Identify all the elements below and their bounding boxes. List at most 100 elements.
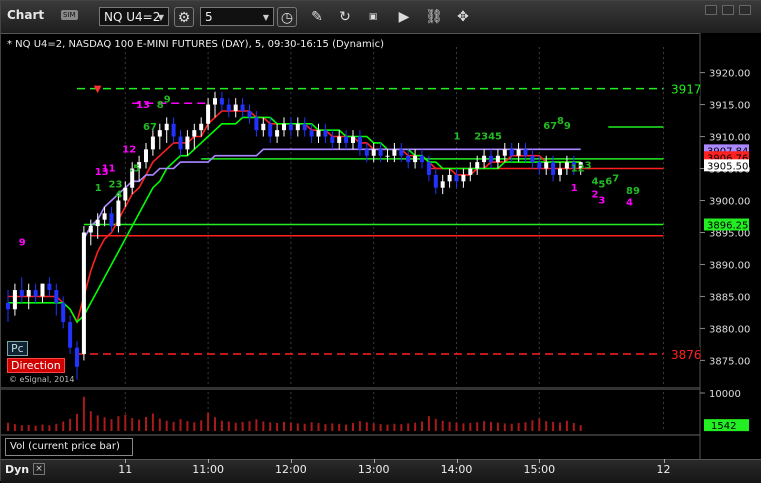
volume-bar xyxy=(117,416,120,431)
volume-bar xyxy=(200,420,203,431)
minimize-icon[interactable] xyxy=(722,5,734,15)
x-tick-mark xyxy=(373,459,375,463)
candle-body xyxy=(33,290,38,297)
volume-bar xyxy=(365,422,368,431)
volume-bar xyxy=(207,412,210,431)
symbol-input[interactable]: NQ U4=2 ▼ xyxy=(99,7,169,26)
candle-body xyxy=(68,322,73,348)
dyn-label[interactable]: Dyn xyxy=(5,463,29,476)
count-annotation: 2345 xyxy=(474,132,502,143)
candle-body xyxy=(185,136,190,150)
volume-bar xyxy=(186,421,189,431)
candle-body xyxy=(426,162,431,175)
candle-body xyxy=(523,149,528,156)
candle-body xyxy=(75,347,79,367)
volume-bar xyxy=(20,425,23,431)
volume-bar xyxy=(241,421,244,431)
chevron-down-icon[interactable]: ▼ xyxy=(158,8,164,27)
volume-bar xyxy=(138,419,141,431)
volume-bar xyxy=(483,421,486,431)
candle-body xyxy=(475,162,480,169)
count-annotation: 1 xyxy=(571,183,578,194)
pencil-icon[interactable]: ✎ xyxy=(307,7,327,27)
candle-body xyxy=(482,155,487,163)
window-menu-icon[interactable] xyxy=(705,5,717,15)
volume-bar xyxy=(96,415,99,431)
candle-body xyxy=(254,117,259,131)
candle-body xyxy=(178,136,183,150)
volume-bar xyxy=(524,422,527,431)
candle-body xyxy=(247,110,252,118)
gear-icon[interactable]: ⚙ xyxy=(174,7,194,27)
volume-bar xyxy=(103,417,106,431)
volume-bar xyxy=(352,423,354,431)
count-annotation: 89 xyxy=(626,186,640,197)
chart-window: Chart SIM NQ U4=2 ▼ ⚙ 5 ▼ ◷ ✎ ↻ ▣ ▶ ⛓ ✥ … xyxy=(0,0,761,483)
candle-body xyxy=(447,174,452,182)
pc-badge[interactable]: Pc xyxy=(7,341,28,356)
volume-bar xyxy=(421,421,423,431)
clock-icon[interactable]: ◷ xyxy=(277,7,297,27)
volume-bar xyxy=(62,421,65,431)
x-tick-mark xyxy=(208,459,210,463)
candle-body xyxy=(461,174,466,182)
candle-body xyxy=(537,162,542,169)
price-chart[interactable]: 3875.003880.003885.003890.003895.003900.… xyxy=(1,33,761,459)
candle-body xyxy=(54,290,59,303)
y-tick-label: 3875.00 xyxy=(709,356,750,367)
expand-icon[interactable]: ✥ xyxy=(453,7,473,27)
x-tick-mark xyxy=(663,459,665,463)
volume-bar xyxy=(455,422,458,431)
close-icon[interactable]: × xyxy=(33,463,45,475)
candle-body xyxy=(219,98,224,105)
volume-bar xyxy=(441,420,444,431)
volume-bar xyxy=(448,421,451,431)
count-annotation: 67 xyxy=(543,121,557,132)
volume-bar xyxy=(262,421,265,431)
direction-badge[interactable]: Direction xyxy=(7,358,65,373)
volume-bar xyxy=(303,423,306,431)
chevron-down-icon[interactable]: ▼ xyxy=(263,8,269,27)
count-annotation: 7 xyxy=(612,173,619,184)
candle-body xyxy=(433,174,438,188)
volume-bar xyxy=(34,425,37,431)
candle-body xyxy=(413,155,418,163)
y-tick-label: 3880.00 xyxy=(709,324,750,335)
volume-bar xyxy=(538,418,541,431)
candle-body xyxy=(344,136,349,143)
volume-bar xyxy=(552,421,555,431)
candle-body xyxy=(12,290,17,310)
candle-body xyxy=(261,123,266,131)
volume-bar xyxy=(158,418,161,431)
refresh-icon[interactable]: ↻ xyxy=(335,7,355,27)
candle-body xyxy=(392,149,397,156)
candle-body xyxy=(509,149,514,156)
volume-bar xyxy=(145,416,147,431)
link-icon[interactable]: ⛓ xyxy=(424,7,444,27)
volume-bar xyxy=(289,422,292,431)
volume-bar xyxy=(82,396,85,431)
get-icon[interactable]: ▣ xyxy=(363,7,383,27)
volume-bar xyxy=(214,417,216,431)
candle-body xyxy=(378,149,383,156)
candle-body xyxy=(61,302,66,323)
volume-panel-label: Vol (current price bar) xyxy=(5,438,133,456)
count-annotation: 3 xyxy=(585,161,592,172)
volume-bar xyxy=(41,424,44,431)
candle-body xyxy=(275,130,280,137)
volume-bar xyxy=(179,419,182,431)
count-annotation: 3 xyxy=(598,196,605,207)
volume-bar xyxy=(255,419,258,431)
volume-bar xyxy=(345,424,348,431)
candle-body xyxy=(468,168,473,175)
candle-body xyxy=(47,283,52,291)
x-tick-label: 15:00 xyxy=(523,463,556,476)
candle-body xyxy=(26,290,31,297)
close-icon[interactable] xyxy=(739,5,751,15)
volume-bar xyxy=(7,422,9,431)
x-tick-label: 12 xyxy=(656,463,671,476)
interval-input[interactable]: 5 ▼ xyxy=(200,7,274,26)
play-icon[interactable]: ▶ xyxy=(394,7,414,27)
volume-bar xyxy=(338,423,341,431)
x-tick-label: 12:00 xyxy=(275,463,307,476)
